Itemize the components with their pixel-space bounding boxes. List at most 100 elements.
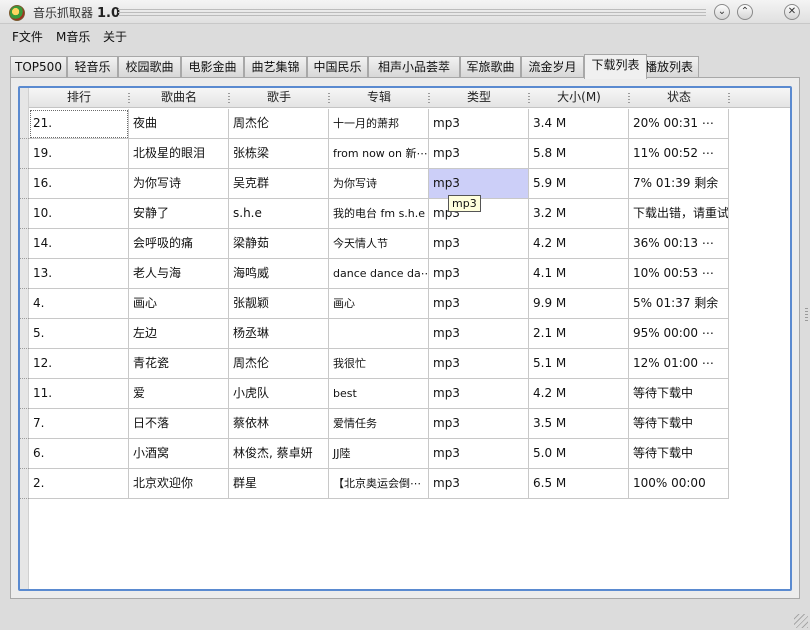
- song-cell[interactable]: 为你写诗: [129, 169, 229, 199]
- tab-light-music[interactable]: 轻音乐: [67, 56, 118, 78]
- download-table[interactable]: 排行 歌曲名 歌手 专辑 类型 大小(M) 状态 21. 夜曲 周杰伦 十一月的萧邦 m…: [18, 86, 792, 591]
- column-header-rank[interactable]: 排行: [29, 88, 129, 108]
- status-cell[interactable]: 36% 00:13 ⋯: [629, 229, 729, 259]
- album-cell[interactable]: 十一月的萧邦: [329, 109, 429, 139]
- status-cell[interactable]: 7% 01:39 剩余: [629, 169, 729, 199]
- type-cell[interactable]: mp3: [429, 439, 529, 469]
- size-cell[interactable]: 3.4 M: [529, 109, 629, 139]
- artist-cell[interactable]: 周杰伦: [229, 349, 329, 379]
- status-cell[interactable]: 11% 00:52 ⋯: [629, 139, 729, 169]
- size-grip[interactable]: [794, 614, 808, 628]
- song-cell[interactable]: 北京欢迎你: [129, 469, 229, 499]
- table-row[interactable]: 19. 北极星的眼泪 张栋梁 from now on 新⋯ mp3 5.8 M 11% 00…: [20, 139, 729, 169]
- rank-cell[interactable]: 7.: [29, 409, 129, 439]
- column-header-artist[interactable]: 歌手: [229, 88, 329, 108]
- type-cell[interactable]: mp3: [429, 109, 529, 139]
- type-cell[interactable]: mp3: [429, 469, 529, 499]
- artist-cell[interactable]: 群星: [229, 469, 329, 499]
- size-cell[interactable]: 5.9 M: [529, 169, 629, 199]
- artist-cell[interactable]: 杨丞琳: [229, 319, 329, 349]
- song-cell[interactable]: 左边: [129, 319, 229, 349]
- rank-cell[interactable]: 11.: [29, 379, 129, 409]
- column-header-status[interactable]: 状态: [629, 88, 729, 108]
- size-cell[interactable]: 3.5 M: [529, 409, 629, 439]
- song-cell[interactable]: 青花瓷: [129, 349, 229, 379]
- album-cell[interactable]: [329, 319, 429, 349]
- size-cell[interactable]: 4.1 M: [529, 259, 629, 289]
- album-cell[interactable]: 画心: [329, 289, 429, 319]
- status-cell[interactable]: 等待下载中: [629, 409, 729, 439]
- album-cell[interactable]: 爱情任务: [329, 409, 429, 439]
- tab-military-songs[interactable]: 军旅歌曲: [460, 56, 521, 78]
- minimize-button[interactable]: ⌄: [714, 4, 730, 20]
- table-row[interactable]: 5. 左边 杨丞琳 mp3 2.1 M 95% 00:00 ⋯: [20, 319, 729, 349]
- status-cell[interactable]: 12% 01:00 ⋯: [629, 349, 729, 379]
- table-row[interactable]: 2. 北京欢迎你 群星 【北京奥运会倒⋯ mp3 6.5 M 100% 00:00: [20, 469, 729, 499]
- status-cell[interactable]: 等待下载中: [629, 379, 729, 409]
- song-cell[interactable]: 会呼吸的痛: [129, 229, 229, 259]
- rank-cell[interactable]: 4.: [29, 289, 129, 319]
- menu-music[interactable]: M音乐: [56, 28, 90, 45]
- tab-golden-years[interactable]: 流金岁月: [521, 56, 584, 78]
- type-cell[interactable]: mp3: [429, 289, 529, 319]
- column-separator[interactable]: [728, 93, 730, 103]
- song-cell[interactable]: 老人与海: [129, 259, 229, 289]
- size-cell[interactable]: 6.5 M: [529, 469, 629, 499]
- artist-cell[interactable]: 张栋梁: [229, 139, 329, 169]
- rank-cell[interactable]: 2.: [29, 469, 129, 499]
- song-cell[interactable]: 夜曲: [129, 109, 229, 139]
- type-cell[interactable]: mp3: [429, 259, 529, 289]
- menu-file[interactable]: F文件: [12, 28, 43, 45]
- tab-folk-arts[interactable]: 曲艺集锦: [244, 56, 307, 78]
- album-cell[interactable]: 为你写诗: [329, 169, 429, 199]
- size-cell[interactable]: 3.2 M: [529, 199, 629, 229]
- type-cell[interactable]: mp3: [429, 319, 529, 349]
- status-cell[interactable]: 下载出错，请重试!: [629, 199, 729, 229]
- rank-cell[interactable]: 5.: [29, 319, 129, 349]
- status-cell[interactable]: 95% 00:00 ⋯: [629, 319, 729, 349]
- column-header-type[interactable]: 类型: [429, 88, 529, 108]
- album-cell[interactable]: 【北京奥运会倒⋯: [329, 469, 429, 499]
- menu-about[interactable]: 关于: [103, 28, 127, 45]
- artist-cell[interactable]: 周杰伦: [229, 109, 329, 139]
- table-row[interactable]: 12. 青花瓷 周杰伦 我很忙 mp3 5.1 M 12% 01:00 ⋯: [20, 349, 729, 379]
- song-cell[interactable]: 北极星的眼泪: [129, 139, 229, 169]
- album-cell[interactable]: 我很忙: [329, 349, 429, 379]
- status-cell[interactable]: 100% 00:00: [629, 469, 729, 499]
- artist-cell[interactable]: 蔡依林: [229, 409, 329, 439]
- status-cell[interactable]: 等待下载中: [629, 439, 729, 469]
- album-cell[interactable]: 今天情人节: [329, 229, 429, 259]
- type-cell[interactable]: mp3: [429, 229, 529, 259]
- album-cell[interactable]: best: [329, 379, 429, 409]
- table-row[interactable]: 4. 画心 张靓颖 画心 mp3 9.9 M 5% 01:37 剩余: [20, 289, 729, 319]
- column-header-size[interactable]: 大小(M): [529, 88, 629, 108]
- artist-cell[interactable]: 吴克群: [229, 169, 329, 199]
- size-cell[interactable]: 4.2 M: [529, 229, 629, 259]
- table-row[interactable]: 21. 夜曲 周杰伦 十一月的萧邦 mp3 3.4 M 20% 00:31 ⋯: [20, 109, 729, 139]
- tab-movie-hits[interactable]: 电影金曲: [181, 56, 244, 78]
- album-cell[interactable]: 我的电台 fm s.h.e: [329, 199, 429, 229]
- rank-cell[interactable]: 10.: [29, 199, 129, 229]
- artist-cell[interactable]: 梁静茹: [229, 229, 329, 259]
- tab-campus-songs[interactable]: 校园歌曲: [118, 56, 181, 78]
- tab-download-list[interactable]: 下载列表: [584, 54, 647, 79]
- song-cell[interactable]: 安静了: [129, 199, 229, 229]
- resize-handle[interactable]: [805, 308, 808, 322]
- song-cell[interactable]: 小酒窝: [129, 439, 229, 469]
- tab-play-list[interactable]: 播放列表: [639, 56, 699, 78]
- table-row[interactable]: 13. 老人与海 海鸣威 dance dance da⋯ mp3 4.1 M 10% 00:…: [20, 259, 729, 289]
- size-cell[interactable]: 9.9 M: [529, 289, 629, 319]
- rank-cell[interactable]: 16.: [29, 169, 129, 199]
- song-cell[interactable]: 爱: [129, 379, 229, 409]
- type-cell[interactable]: mp3: [429, 139, 529, 169]
- rank-cell[interactable]: 12.: [29, 349, 129, 379]
- rank-cell[interactable]: 13.: [29, 259, 129, 289]
- album-cell[interactable]: JJ陸: [329, 439, 429, 469]
- close-button[interactable]: ✕: [784, 4, 800, 20]
- size-cell[interactable]: 2.1 M: [529, 319, 629, 349]
- maximize-button[interactable]: ⌃: [737, 4, 753, 20]
- size-cell[interactable]: 5.0 M: [529, 439, 629, 469]
- column-header-album[interactable]: 专辑: [329, 88, 429, 108]
- tab-chinese-folk[interactable]: 中国民乐: [307, 56, 368, 78]
- album-cell[interactable]: from now on 新⋯: [329, 139, 429, 169]
